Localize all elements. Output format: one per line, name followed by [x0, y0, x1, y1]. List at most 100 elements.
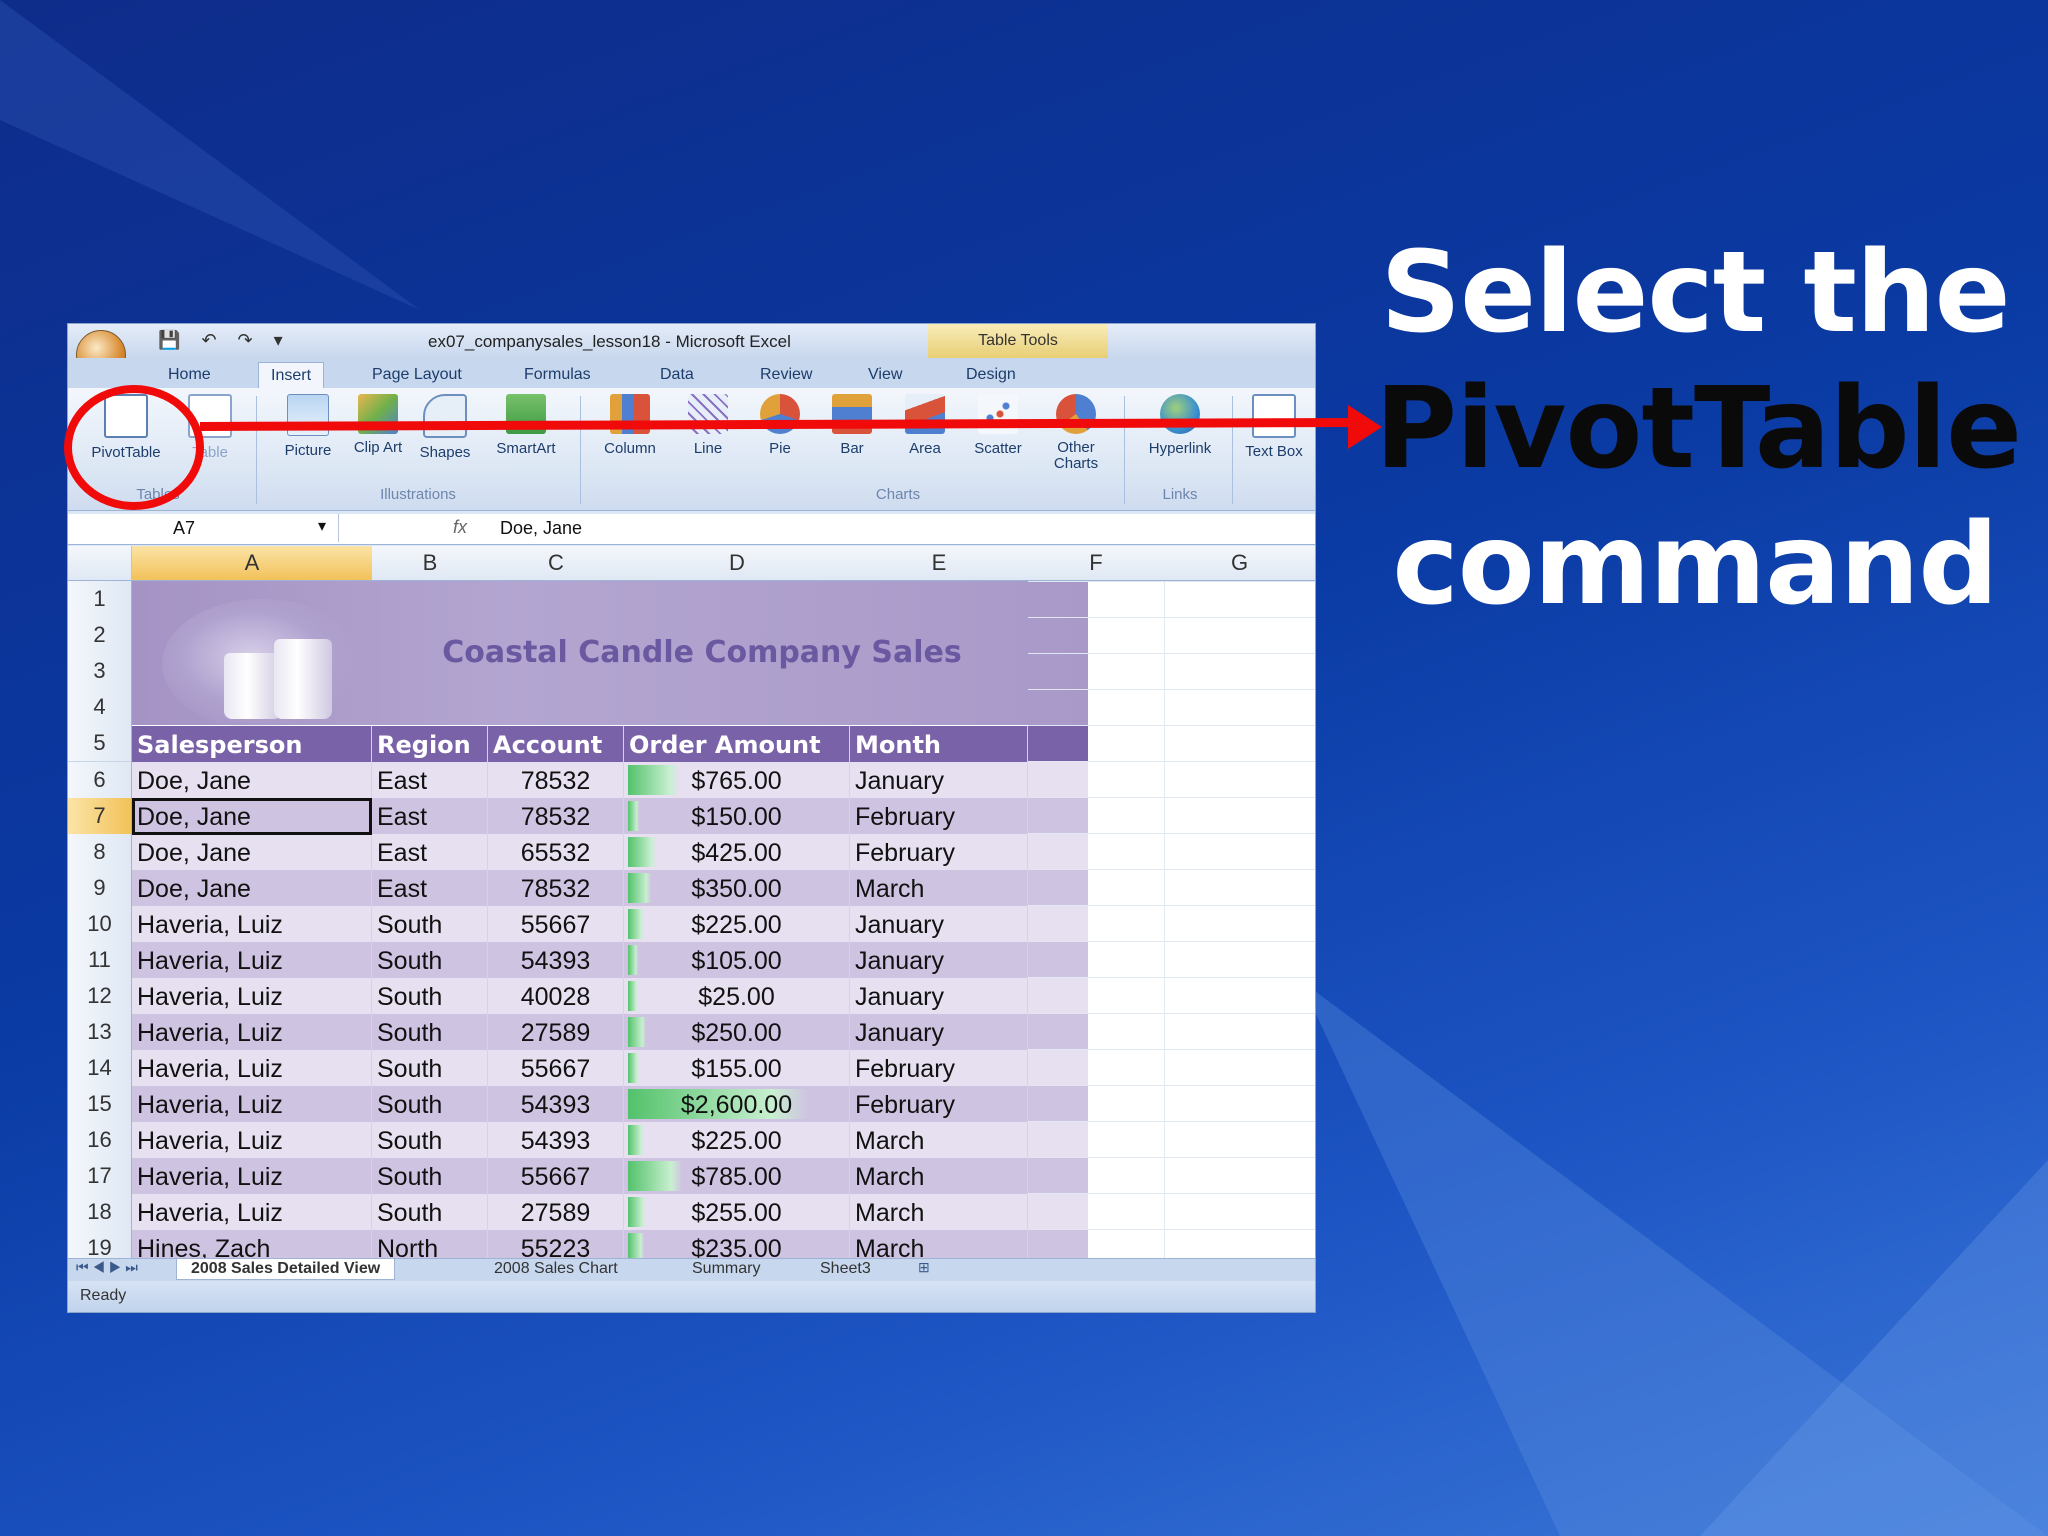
header-account[interactable]: Account — [488, 726, 624, 762]
cell-amount[interactable]: $350.00 — [624, 870, 850, 906]
column-header-a[interactable]: A — [132, 546, 373, 581]
other-charts-button[interactable]: Other Charts — [1040, 394, 1112, 472]
column-header-b[interactable]: B — [372, 546, 489, 581]
row-header[interactable]: 8 — [68, 834, 132, 871]
cell-amount[interactable]: $765.00 — [624, 762, 850, 798]
sheet-nav-icon[interactable]: ⏮ ◀ ▶ ⏭ — [76, 1259, 138, 1276]
column-header-e[interactable]: E — [850, 546, 1029, 581]
sheet-tab-summary[interactable]: Summary — [678, 1259, 774, 1279]
cell-month[interactable]: February — [850, 834, 1028, 870]
name-box[interactable]: A7 ▾ — [68, 514, 339, 542]
row-header[interactable]: 14 — [68, 1050, 132, 1087]
cell-month[interactable]: March — [850, 1194, 1028, 1230]
cell-amount[interactable]: $425.00 — [624, 834, 850, 870]
row-header[interactable]: 18 — [68, 1194, 132, 1231]
insert-sheet-icon[interactable]: ⊞ — [918, 1259, 930, 1276]
cell-account[interactable]: 40028 — [488, 978, 624, 1014]
header-region[interactable]: Region — [372, 726, 488, 762]
cell-amount[interactable]: $255.00 — [624, 1194, 850, 1230]
cell-amount[interactable]: $235.00 — [624, 1230, 850, 1258]
row-header[interactable]: 6 — [68, 762, 132, 799]
sheet-tab-sheet3[interactable]: Sheet3 — [806, 1259, 885, 1279]
tab-data[interactable]: Data — [648, 362, 706, 388]
cell-amount[interactable]: $250.00 — [624, 1014, 850, 1050]
row-header[interactable]: 10 — [68, 906, 132, 943]
row-header[interactable]: 7 — [68, 798, 132, 835]
cell-month[interactable]: February — [850, 1086, 1028, 1122]
cell-region[interactable]: South — [372, 1122, 488, 1158]
cell-name[interactable]: Haveria, Luiz — [132, 906, 372, 942]
row-header[interactable]: 19 — [68, 1230, 132, 1258]
cell-month[interactable]: January — [850, 906, 1028, 942]
row-header[interactable]: 3 — [68, 653, 132, 690]
cell-amount[interactable]: $105.00 — [624, 942, 850, 978]
cell-account[interactable]: 65532 — [488, 834, 624, 870]
cell-region[interactable]: South — [372, 1194, 488, 1230]
cell-amount[interactable]: $2,600.00 — [624, 1086, 850, 1122]
undo-icon[interactable]: ↶ — [201, 330, 216, 350]
tab-insert[interactable]: Insert — [258, 362, 325, 389]
row-header[interactable]: 5 — [68, 725, 132, 762]
column-header-f[interactable]: F — [1028, 546, 1165, 581]
cell-account[interactable]: 55667 — [488, 1158, 624, 1194]
cell-amount[interactable]: $785.00 — [624, 1158, 850, 1194]
cell-region[interactable]: South — [372, 1086, 488, 1122]
tab-home[interactable]: Home — [156, 362, 223, 388]
row-header[interactable]: 16 — [68, 1122, 132, 1159]
cell-account[interactable]: 55667 — [488, 1050, 624, 1086]
cell-amount[interactable]: $150.00 — [624, 798, 850, 834]
cell-region[interactable]: North — [372, 1230, 488, 1258]
cell-account[interactable]: 55667 — [488, 906, 624, 942]
cell-region[interactable]: South — [372, 1014, 488, 1050]
cell-month[interactable]: January — [850, 1014, 1028, 1050]
cell-name[interactable]: Doe, Jane — [132, 762, 372, 798]
cell-name[interactable]: Doe, Jane — [132, 870, 372, 906]
cell-month[interactable]: January — [850, 942, 1028, 978]
row-header[interactable]: 2 — [68, 617, 132, 654]
formula-input[interactable]: Doe, Jane — [500, 518, 582, 539]
cell-name[interactable]: Haveria, Luiz — [132, 1194, 372, 1230]
cell-name[interactable]: Haveria, Luiz — [132, 1158, 372, 1194]
chevron-down-icon[interactable]: ▾ — [318, 516, 326, 536]
cell-amount[interactable]: $155.00 — [624, 1050, 850, 1086]
cell-name[interactable]: Doe, Jane — [132, 834, 372, 870]
header-month[interactable]: Month — [850, 726, 1028, 762]
cell-name[interactable]: Haveria, Luiz — [132, 978, 372, 1014]
cell-name[interactable]: Hines, Zach — [132, 1230, 372, 1258]
worksheet-grid[interactable]: A B C D E F G 1 2 3 4 5 Coastal Candle C… — [68, 546, 1315, 1258]
select-all-corner[interactable] — [68, 546, 132, 581]
column-header-d[interactable]: D — [624, 546, 851, 581]
cell-name[interactable]: Haveria, Luiz — [132, 1122, 372, 1158]
header-salesperson[interactable]: Salesperson — [132, 726, 372, 762]
sheet-tab-chart[interactable]: 2008 Sales Chart — [480, 1259, 632, 1279]
chevron-down-icon[interactable]: ▾ — [274, 330, 283, 350]
cell-month[interactable]: January — [850, 978, 1028, 1014]
cell-month[interactable]: March — [850, 1158, 1028, 1194]
cell-account[interactable]: 54393 — [488, 1122, 624, 1158]
row-header[interactable]: 12 — [68, 978, 132, 1015]
cell-region[interactable]: South — [372, 978, 488, 1014]
tab-design[interactable]: Design — [954, 362, 1028, 388]
row-header[interactable]: 4 — [68, 689, 132, 726]
cell-region[interactable]: East — [372, 762, 488, 798]
cell-account[interactable]: 78532 — [488, 870, 624, 906]
row-header[interactable]: 1 — [68, 581, 132, 618]
cell-account[interactable]: 27589 — [488, 1014, 624, 1050]
tab-page-layout[interactable]: Page Layout — [360, 362, 474, 388]
cell-month[interactable]: February — [850, 798, 1028, 834]
cell-amount[interactable]: $225.00 — [624, 1122, 850, 1158]
row-header[interactable]: 9 — [68, 870, 132, 907]
cell-month[interactable]: February — [850, 1050, 1028, 1086]
cell-name[interactable]: Haveria, Luiz — [132, 942, 372, 978]
cell-region[interactable]: East — [372, 870, 488, 906]
cell-account[interactable]: 78532 — [488, 762, 624, 798]
quick-access-toolbar[interactable]: 💾 ↶ ↷ ▾ — [158, 330, 283, 351]
cell-region[interactable]: South — [372, 1158, 488, 1194]
tab-view[interactable]: View — [856, 362, 914, 388]
tab-review[interactable]: Review — [748, 362, 824, 388]
cell-region[interactable]: South — [372, 1050, 488, 1086]
cell-name[interactable]: Haveria, Luiz — [132, 1050, 372, 1086]
cell-region[interactable]: East — [372, 834, 488, 870]
redo-icon[interactable]: ↷ — [238, 330, 253, 350]
cell-month[interactable]: March — [850, 1230, 1028, 1258]
